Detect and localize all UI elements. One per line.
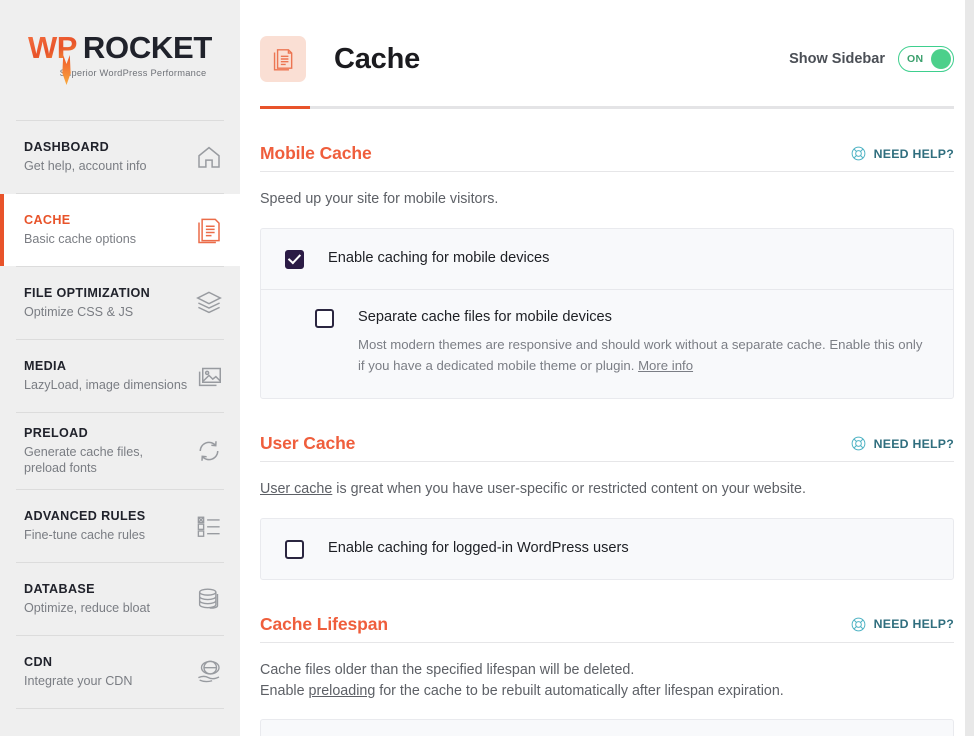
section-description: User cache is great when you have user-s…: [260, 462, 954, 500]
option-row-logged-in-cache: Enable caching for logged-in WordPress u…: [261, 519, 953, 579]
sidebar-item-cache[interactable]: CACHE Basic cache options: [0, 194, 240, 266]
checkbox-wrap: [285, 249, 304, 269]
sidebar-item-title: PRELOAD: [24, 426, 89, 440]
app-root: WP ROCKET Superior WordPress Performance…: [0, 0, 974, 736]
sidebar-item-advanced-rules[interactable]: ADVANCED RULES Fine-tune cache rules: [0, 490, 240, 562]
need-help-button[interactable]: NEED HELP?: [850, 616, 954, 635]
lifebuoy-icon: [851, 436, 865, 451]
show-sidebar-toggle[interactable]: ON: [898, 46, 954, 72]
lifespan-desc-post: for the cache to be rebuilt automaticall…: [375, 682, 784, 699]
page-right-edge: [965, 0, 974, 736]
option-row-enable-mobile-cache: Enable caching for mobile devices: [261, 229, 953, 289]
globe-hand-icon: [194, 657, 224, 687]
sidebar-item-preload[interactable]: PRELOAD Generate cache files, preload fo…: [0, 413, 240, 489]
need-help-label: NEED HELP?: [873, 436, 954, 451]
sidebar-item-title: ADVANCED RULES: [24, 509, 146, 524]
sidebar-item-title: CACHE: [24, 212, 71, 227]
show-sidebar-label: Show Sidebar: [789, 51, 885, 67]
logo-rocket-text: ROCKET: [82, 30, 213, 65]
sidebar-item-subtitle: Basic cache options: [24, 231, 137, 246]
sidebar-item-subtitle: Get help, account info: [24, 158, 147, 173]
pages-icon: [194, 215, 224, 245]
need-help-label: NEED HELP?: [873, 617, 954, 632]
lifespan-desc-line2: Enable preloading for the cache to be re…: [260, 681, 954, 702]
sidebar-item-subtitle: Generate cache files, preload fonts: [24, 445, 144, 476]
page-header: Cache Show Sidebar ON: [240, 0, 974, 82]
lifebuoy-icon: [851, 617, 865, 632]
option-label: Enable caching for mobile devices: [328, 249, 550, 266]
refresh-icon: [194, 436, 224, 466]
layers-icon: [194, 288, 224, 318]
section-title: Mobile Cache: [260, 143, 372, 163]
sidebar-item-subtitle: LazyLoad, image dimensions: [24, 377, 188, 392]
page-title: Cache: [334, 42, 421, 75]
sidebar-item-title: FILE OPTIMIZATION: [24, 285, 151, 300]
sidebar-item-subtitle: Optimize CSS & JS: [24, 304, 134, 319]
main-content: Cache Show Sidebar ON Mobile Cache NEED …: [240, 0, 974, 736]
checkbox-separate-mobile-cache[interactable]: [315, 308, 334, 328]
header-actions: Show Sidebar ON: [789, 46, 954, 72]
preloading-link[interactable]: preloading: [309, 683, 376, 699]
brand-logo: WP ROCKET Superior WordPress Performance: [0, 0, 240, 120]
sidebar-item-title: DASHBOARD: [24, 139, 110, 154]
sidebar-item-subtitle: Fine-tune cache rules: [24, 528, 146, 543]
sidebar-item-subtitle: Integrate your CDN: [24, 674, 133, 689]
page-header-icon: [260, 36, 306, 82]
section-cache-lifespan: Cache Lifespan NEED HELP? Cache files ol…: [240, 580, 974, 736]
sidebar-item-subtitle: Optimize, reduce bloat: [24, 601, 150, 616]
toggle-state-label: ON: [907, 53, 924, 65]
section-description: Cache files older than the specified lif…: [260, 643, 954, 701]
sidebar-item-dashboard[interactable]: DASHBOARD Get help, account info: [0, 121, 240, 193]
lifebuoy-icon: [851, 146, 865, 161]
checkbox-enable-mobile-caching[interactable]: [285, 249, 304, 269]
sidebar-item-cdn[interactable]: CDN Integrate your CDN: [0, 636, 240, 708]
user-cache-card: Enable caching for logged-in WordPress u…: [260, 517, 954, 580]
checkbox-wrap: [315, 308, 334, 328]
mobile-cache-card: Enable caching for mobile devices Separa…: [260, 227, 954, 400]
sidebar-item-title: DATABASE: [24, 582, 95, 597]
sidebar-divider: [16, 708, 224, 710]
sidebar-item-media[interactable]: MEDIA LazyLoad, image dimensions: [0, 340, 240, 412]
section-title: Cache Lifespan: [260, 613, 388, 634]
sidebar-item-file-optimization[interactable]: FILE OPTIMIZATION Optimize CSS & JS: [0, 267, 240, 339]
need-help-button[interactable]: NEED HELP?: [850, 435, 954, 454]
option-body: Enable caching for logged-in WordPress u…: [328, 539, 629, 557]
database-icon: [194, 584, 224, 614]
toggle-knob: [931, 48, 951, 69]
sidebar-item-title: CDN: [24, 655, 53, 670]
lifespan-desc-pre: Enable: [260, 682, 309, 699]
section-description: Speed up your site for mobile visitors.: [260, 191, 499, 207]
more-info-link[interactable]: More info: [638, 358, 693, 373]
lifespan-desc-line1: Cache files older than the specified lif…: [260, 661, 635, 678]
option-body: Separate cache files for mobile devices …: [358, 308, 929, 376]
need-help-label: NEED HELP?: [873, 146, 954, 161]
home-icon: [194, 142, 224, 172]
cache-lifespan-card: [260, 719, 954, 736]
sidebar-item-database[interactable]: DATABASE Optimize, reduce bloat: [0, 563, 240, 635]
need-help-button[interactable]: NEED HELP?: [850, 145, 954, 164]
section-title: User Cache: [260, 433, 356, 454]
option-body: Enable caching for mobile devices: [328, 249, 549, 267]
section-header: User Cache NEED HELP?: [260, 399, 954, 463]
active-tab-indicator: [260, 106, 954, 109]
section-header: Cache Lifespan NEED HELP?: [260, 580, 954, 643]
image-icon: [194, 361, 224, 391]
option-help-text: Most modern themes are responsive and sh…: [358, 334, 929, 376]
checkbox-wrap: [285, 539, 304, 559]
section-header: Mobile Cache NEED HELP?: [260, 109, 954, 172]
logo-tagline: Superior WordPress Performance: [59, 68, 207, 78]
section-user-cache: User Cache NEED HELP? User cache is grea…: [240, 399, 974, 580]
sidebar: WP ROCKET Superior WordPress Performance…: [0, 0, 240, 736]
option-label: Enable caching for logged-in WordPress u…: [328, 539, 629, 556]
option-label: Separate cache files for mobile devices: [358, 308, 612, 325]
section-mobile-cache: Mobile Cache NEED HELP? Speed up your si…: [240, 109, 974, 400]
option-row-separate-mobile-cache: Separate cache files for mobile devices …: [261, 288, 953, 398]
checklist-icon: [194, 511, 224, 541]
sidebar-item-title: MEDIA: [24, 358, 67, 373]
section-description-rest: is great when you have user-specific or …: [332, 481, 806, 498]
user-cache-link[interactable]: User cache: [260, 481, 332, 497]
checkbox-enable-logged-in-caching[interactable]: [285, 539, 304, 559]
